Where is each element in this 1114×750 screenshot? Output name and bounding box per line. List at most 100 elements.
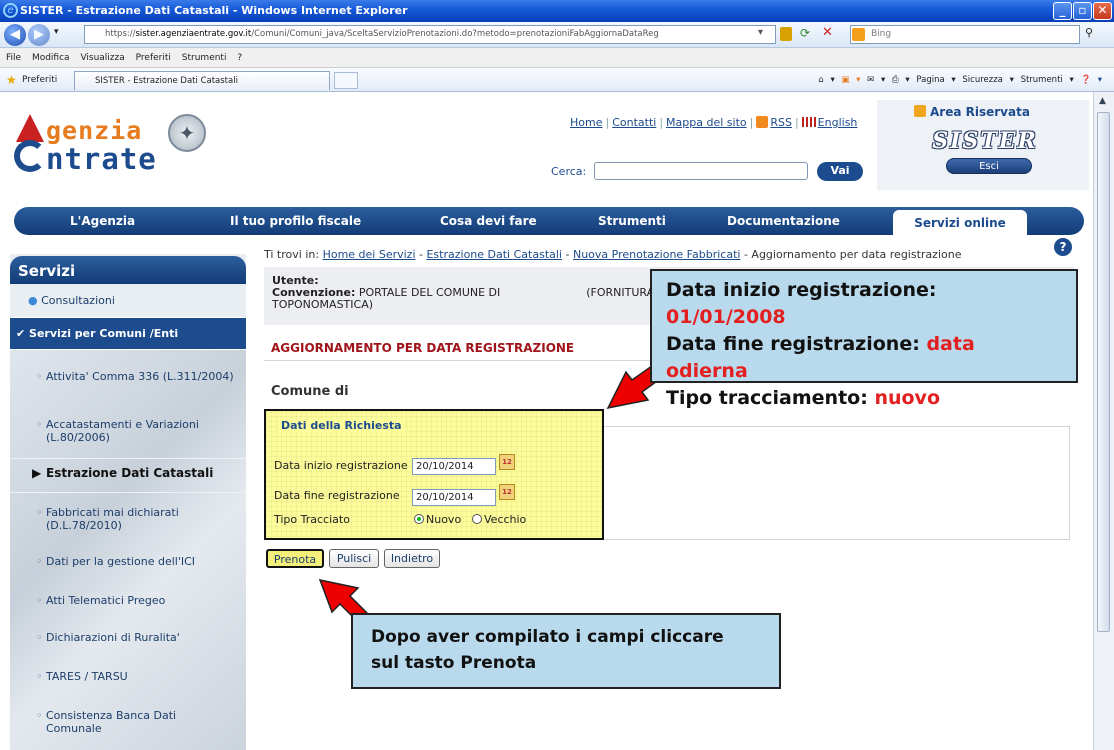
logo-e-icon (14, 140, 46, 172)
mail-icon[interactable]: ✉ ▾ (867, 75, 885, 85)
nav-documentazione[interactable]: Documentazione (727, 214, 840, 228)
start-date-input[interactable]: 20/10/2014 (412, 458, 496, 475)
sidebar-item-accatastamenti[interactable]: ◦ Accatastamenti e Variazioni (L.80/2006) (10, 418, 200, 444)
help-icon[interactable]: ❓ ▾ (1080, 75, 1102, 85)
start-date-label: Data inizio registrazione (274, 459, 408, 472)
sidebar-item-label: Dati per la gestione dell'ICI (46, 555, 196, 568)
end-date-label: Data fine registrazione (274, 489, 400, 502)
link-mappa[interactable]: Mappa del sito (666, 116, 747, 129)
menu-preferiti[interactable]: Preferiti (136, 53, 171, 63)
republic-emblem-icon: ✦ (168, 114, 206, 152)
nav-profilo[interactable]: Il tuo profilo fiscale (230, 214, 361, 228)
end-date-input[interactable]: 20/10/2014 (412, 489, 496, 506)
callout-type-label: Tipo tracciamento: (666, 387, 868, 409)
menu-visualizza[interactable]: Visualizza (80, 53, 124, 63)
sidebar-item-ruralita[interactable]: ◦ Dichiarazioni di Ruralita' (10, 631, 246, 644)
sidebar-item-estrazione[interactable]: ▶ Estrazione Dati Catastali (10, 466, 246, 480)
help-icon[interactable]: ? (1054, 238, 1072, 256)
menu-pagina[interactable]: Pagina ▾ (916, 75, 955, 85)
search-label: Cerca: (551, 165, 587, 178)
search-go-button[interactable]: Vai (817, 162, 863, 181)
sidebar-item-label: Atti Telematici Pregeo (46, 594, 166, 607)
search-go-icon[interactable]: ⚲ (1085, 26, 1093, 39)
star-icon[interactable]: ★ (6, 68, 17, 92)
callout-prenota-hint: Dopo aver compilato i campi cliccare sul… (351, 613, 781, 689)
menu-help[interactable]: ? (237, 53, 242, 63)
logout-button[interactable]: Esci (946, 158, 1032, 174)
back-icon[interactable]: ◀ (4, 24, 26, 46)
sidebar-item-ici[interactable]: ◦ Dati per la gestione dell'ICI (10, 555, 246, 568)
address-input[interactable]: https://sister.agenziaentrate.gov.it/Com… (84, 25, 776, 44)
tab-label: SISTER - Estrazione Dati Catastali (95, 76, 238, 86)
breadcrumb-current: Aggiornamento per data registrazione (751, 248, 962, 261)
site-search-input[interactable] (594, 162, 808, 180)
menu-modifica[interactable]: Modifica (32, 53, 70, 63)
sidebar-item-label: TARES / TARSU (46, 670, 128, 683)
favorites-button[interactable]: Preferiti (22, 68, 57, 92)
link-contatti[interactable]: Contatti (612, 116, 656, 129)
link-home[interactable]: Home (570, 116, 602, 129)
close-button[interactable]: ✕ (1093, 2, 1112, 20)
radio-vecchio[interactable]: Vecchio (472, 513, 526, 526)
logo-text-entrate[interactable]: ntrate (46, 142, 157, 176)
radio-nuovo[interactable]: Nuovo (414, 513, 461, 526)
lock-icon[interactable] (780, 27, 792, 41)
menu-strumenti-cmd[interactable]: Strumenti ▾ (1021, 75, 1074, 85)
section-title: AGGIORNAMENTO PER DATA REGISTRAZIONE (271, 341, 575, 355)
uk-flag-icon (801, 117, 816, 127)
stop-icon[interactable]: ✕ (822, 25, 833, 40)
browser-tab[interactable]: SISTER - Estrazione Dati Catastali (74, 71, 330, 90)
search-input[interactable]: Bing (850, 25, 1080, 44)
sidebar-item-label: Accatastamenti e Variazioni (L.80/2006) (46, 418, 199, 444)
nav-strumenti[interactable]: Strumenti (598, 214, 666, 228)
menu-strumenti[interactable]: Strumenti (182, 53, 227, 63)
forward-icon[interactable]: ▶ (28, 24, 50, 46)
sidebar-item-label: Servizi per Comuni /Enti (29, 327, 179, 340)
callout-type-value: nuovo (874, 387, 940, 409)
url-path: /Comuni/Comuni_java/SceltaServizioPrenot… (251, 29, 659, 39)
maximize-button[interactable]: ▫ (1073, 2, 1092, 20)
sidebar-item-comma336[interactable]: ◦ Attivita' Comma 336 (L.311/2004) (10, 370, 246, 383)
pulisci-button[interactable]: Pulisci (329, 549, 379, 568)
calendar-icon[interactable]: 12 (499, 454, 515, 470)
sidebar-item-label: Dichiarazioni di Ruralita' (46, 631, 180, 644)
url-scheme: https:// (105, 29, 136, 39)
sidebar-background (10, 350, 246, 750)
sidebar-item-consistenza[interactable]: ◦ Consistenza Banca Dati Comunale (10, 709, 190, 735)
section-divider (264, 360, 650, 361)
scroll-up-icon[interactable]: ▲ (1099, 96, 1106, 106)
nav-agenzia[interactable]: L'Agenzia (70, 214, 135, 228)
scrollbar-thumb[interactable] (1097, 112, 1110, 632)
new-tab-button[interactable] (334, 72, 358, 89)
prenota-button[interactable]: Prenota (266, 549, 324, 568)
sidebar-item-consultazioni[interactable]: ● Consultazioni (10, 286, 246, 318)
indietro-button[interactable]: Indietro (384, 549, 440, 568)
menu-file[interactable]: File (6, 53, 21, 63)
address-dropdown-icon[interactable]: ▾ (758, 27, 763, 38)
breadcrumb-estrazione[interactable]: Estrazione Dati Catastali (426, 248, 562, 261)
menu-sicurezza[interactable]: Sicurezza ▾ (962, 75, 1013, 85)
search-engine-label: Bing (871, 29, 892, 39)
reserved-area-title: Area Riservata (930, 105, 1030, 119)
logo-text-agenzia[interactable]: genzia (46, 116, 142, 145)
link-rss[interactable]: RSS (770, 116, 792, 129)
nav-cosa-fare[interactable]: Cosa devi fare (440, 214, 537, 228)
sidebar-item-label: Estrazione Dati Catastali (46, 466, 214, 480)
breadcrumb-home-servizi[interactable]: Home dei Servizi (323, 248, 416, 261)
nav-servizi-online[interactable]: Servizi online (893, 210, 1027, 236)
window-titlebar: SISTER - Estrazione Dati Catastali - Win… (0, 0, 1114, 22)
sidebar-item-fabbricati[interactable]: ◦ Fabbricati mai dichiarati (D.L.78/2010) (10, 506, 190, 532)
sidebar-item-comuni[interactable]: ✔ Servizi per Comuni /Enti (10, 318, 246, 350)
breadcrumb-nuova-prenotazione[interactable]: Nuova Prenotazione Fabbricati (573, 248, 740, 261)
history-dropdown-icon[interactable]: ▾ (54, 27, 59, 37)
address-bar-row: ◀ ▶ ▾ https://sister.agenziaentrate.gov.… (0, 22, 1114, 48)
print-icon[interactable]: ⎙ ▾ (892, 75, 910, 85)
sidebar-item-pregeo[interactable]: ◦ Atti Telematici Pregeo (10, 594, 246, 607)
link-english[interactable]: English (818, 116, 858, 129)
refresh-icon[interactable]: ⟳ (800, 26, 810, 40)
feeds-icon[interactable]: ▣ ▾ (841, 75, 860, 85)
home-icon[interactable]: ⌂ ▾ (818, 75, 834, 85)
calendar-icon[interactable]: 12 (499, 484, 515, 500)
minimize-button[interactable]: _ (1053, 2, 1072, 20)
sidebar-item-tares[interactable]: ◦ TARES / TARSU (10, 670, 246, 683)
